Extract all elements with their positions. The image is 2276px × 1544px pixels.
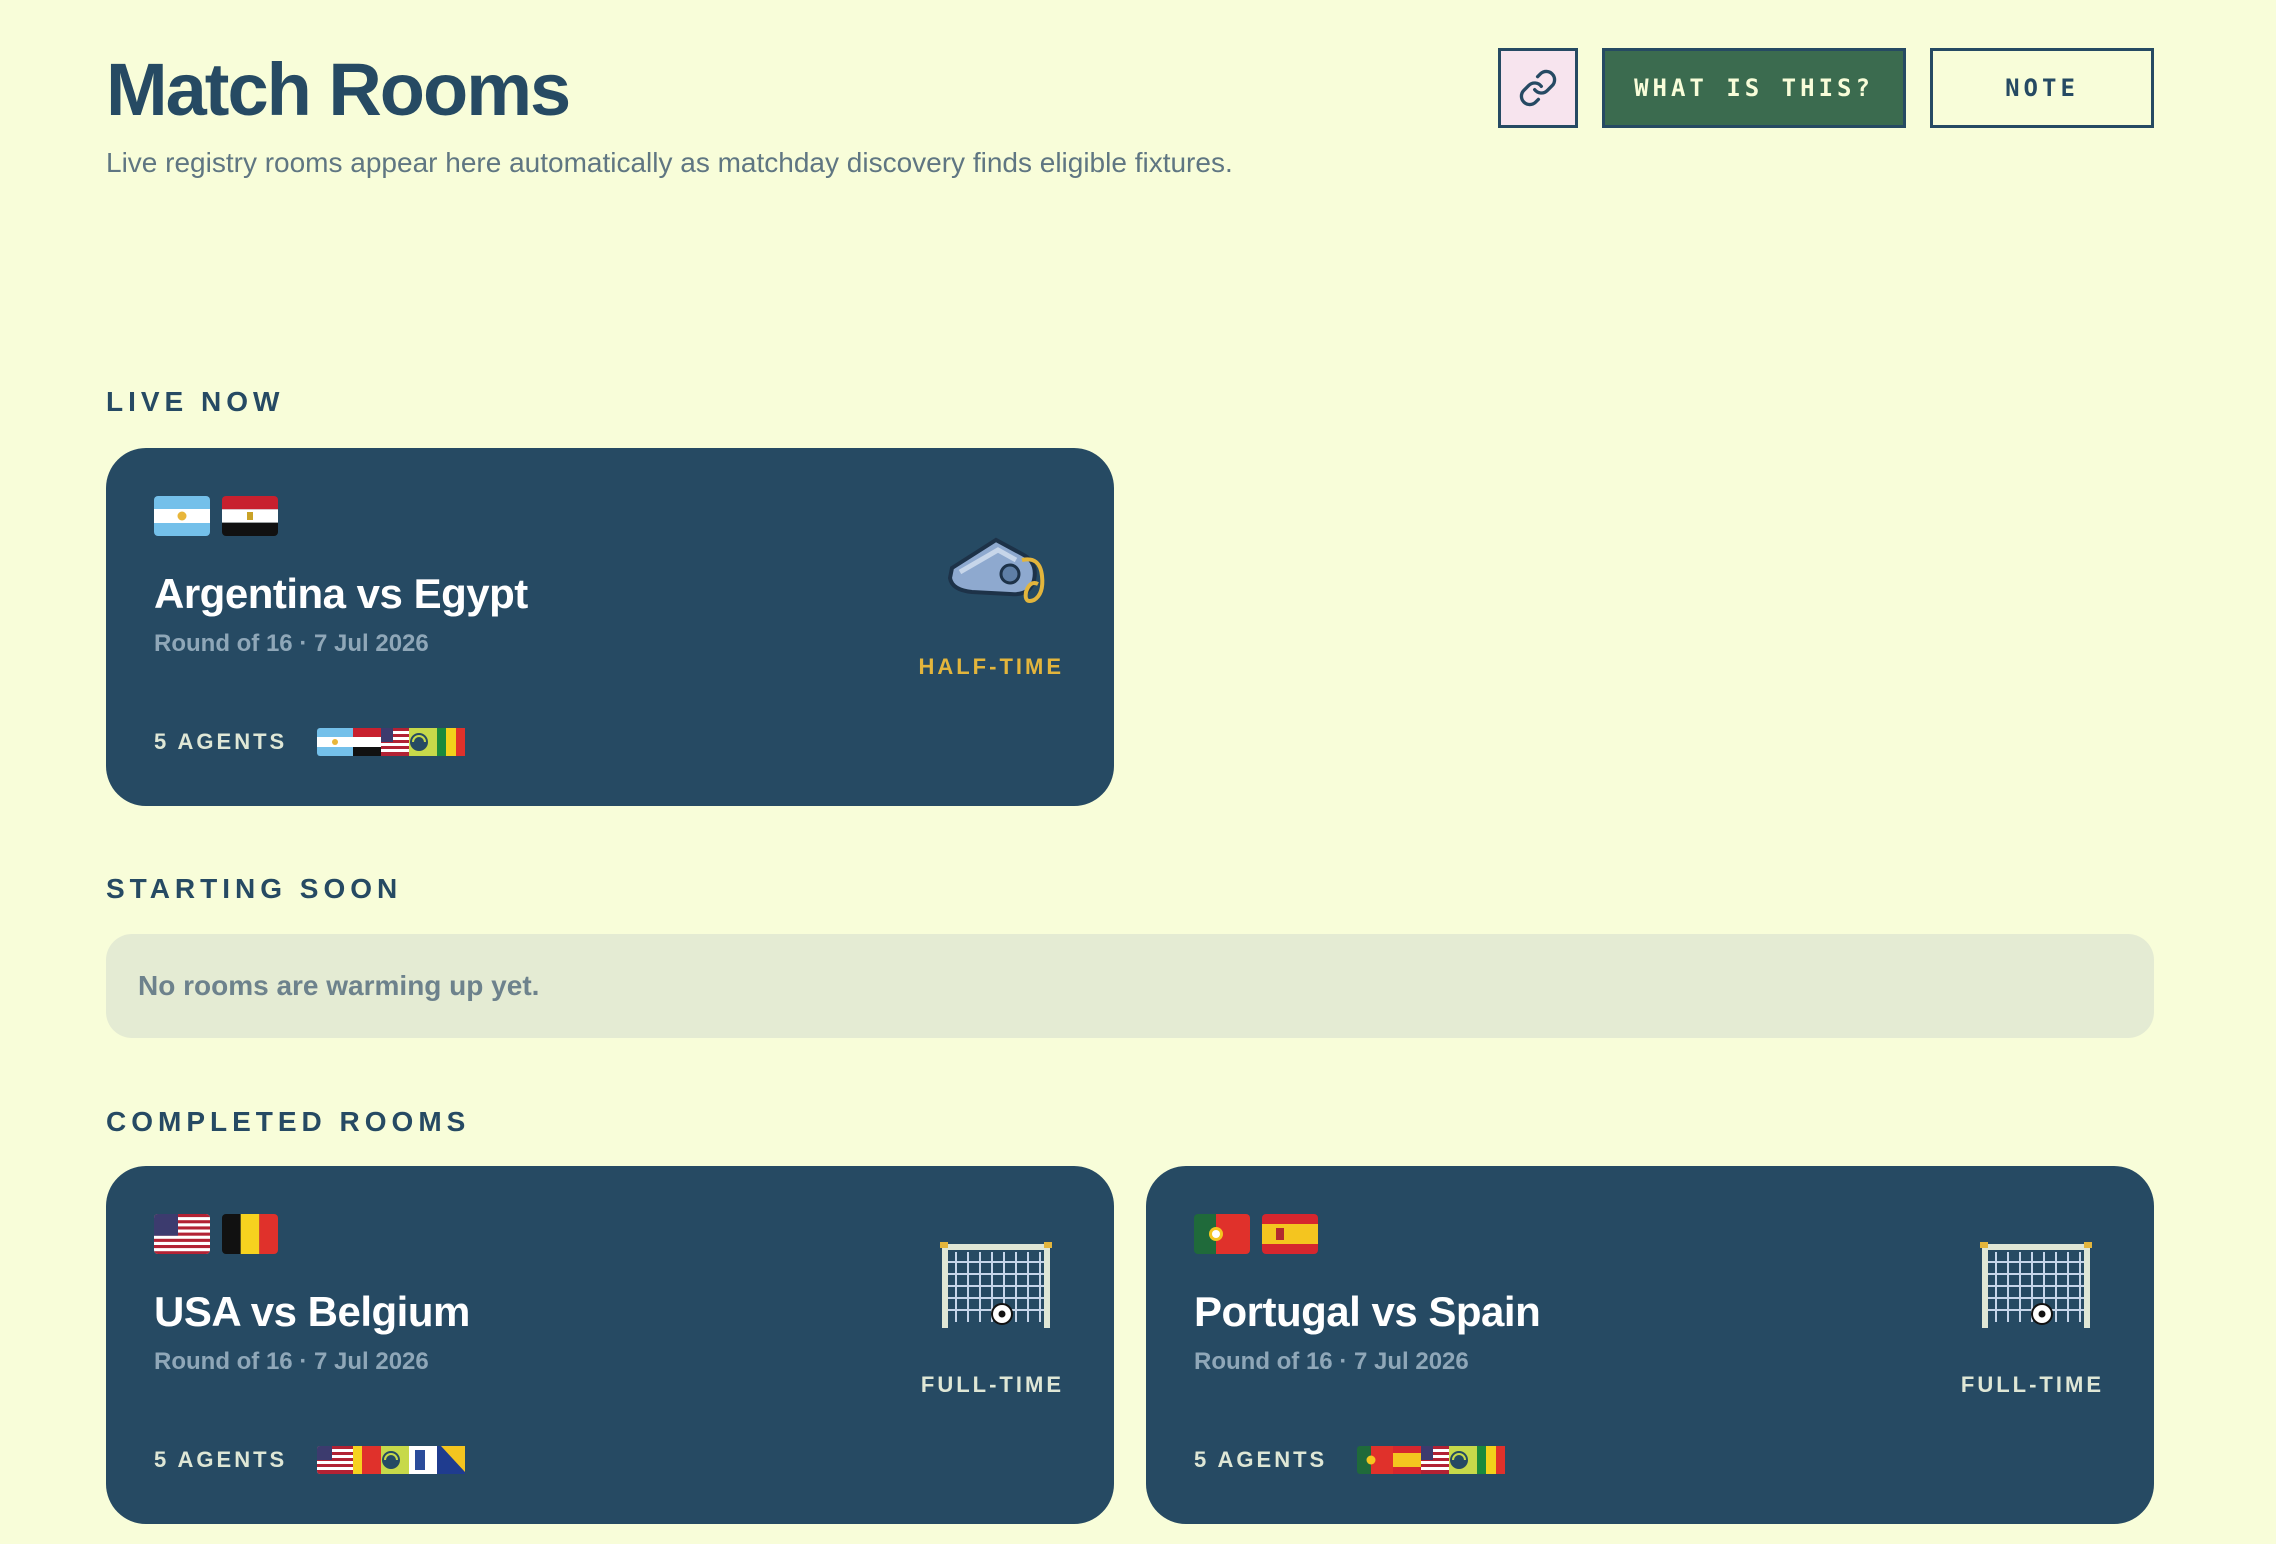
page-header: Match Rooms Live registry rooms appear h…: [106, 48, 2154, 198]
belgium-flag-icon: [222, 1214, 278, 1254]
goal-net-icon: [1980, 1242, 2092, 1328]
team-flags: [154, 496, 278, 536]
agents-row: 5 AGENTS: [154, 1446, 466, 1474]
goal-net-icon: [940, 1242, 1052, 1328]
agents-count: 5 AGENTS: [154, 729, 288, 754]
match-status: HALF-TIME: [918, 654, 1064, 679]
senegal-mini-flag-icon: [437, 728, 466, 756]
match-status: FULL-TIME: [1960, 1372, 2104, 1397]
agent-flags: [317, 728, 466, 756]
page-title: Match Rooms: [106, 48, 571, 131]
bosnia-mini-flag-icon: [437, 1446, 466, 1474]
room-card-argentina-egypt[interactable]: Argentina vs Egypt Round of 16 · 7 Jul 2…: [106, 448, 1114, 806]
match-meta: Round of 16 · 7 Jul 2026: [154, 630, 429, 657]
agent-emblem-mini-icon: [381, 1446, 410, 1474]
agent-flags: [1357, 1446, 1506, 1474]
usa-mini-flag-icon: [1421, 1446, 1450, 1474]
page-subtitle: Live registry rooms appear here automati…: [106, 147, 1233, 178]
match-title: USA vs Belgium: [154, 1288, 470, 1335]
whistle-icon: [947, 537, 1045, 603]
empty-state: No rooms are warming up yet.: [106, 934, 2154, 1038]
match-status: FULL-TIME: [920, 1372, 1064, 1397]
argentina-flag-icon: [154, 496, 210, 536]
senegal-mini-flag-icon: [1477, 1446, 1506, 1474]
match-title: Argentina vs Egypt: [154, 570, 528, 617]
egypt-flag-icon: [222, 496, 278, 536]
usa-mini-flag-icon: [381, 728, 410, 756]
section-label-live: LIVE NOW: [106, 386, 285, 417]
copy-link-button[interactable]: [1498, 48, 1578, 128]
agents-row: 5 AGENTS: [154, 728, 466, 756]
room-card-portugal-spain[interactable]: Portugal vs Spain Round of 16 · 7 Jul 20…: [1146, 1166, 2154, 1524]
argentina-mini-flag-icon: [317, 728, 354, 756]
portugal-mini-flag-icon: [1357, 1446, 1394, 1474]
team-flags: [154, 1214, 278, 1254]
agent-flags: [317, 1446, 466, 1474]
link-icon: [1519, 69, 1557, 107]
agents-count: 5 AGENTS: [1194, 1447, 1328, 1472]
agent-shield-mini-icon: [409, 1446, 438, 1474]
match-meta: Round of 16 · 7 Jul 2026: [1194, 1348, 1469, 1375]
agent-emblem-mini-icon: [1449, 1446, 1478, 1474]
spain-mini-flag-icon: [1393, 1446, 1422, 1474]
header-actions: WHAT IS THIS? NOTE: [1498, 48, 2154, 128]
section-label-soon: STARTING SOON: [106, 873, 403, 904]
belgium-mini-flag-icon: [353, 1446, 382, 1474]
usa-flag-icon: [154, 1214, 210, 1254]
agents-count: 5 AGENTS: [154, 1447, 288, 1472]
match-meta: Round of 16 · 7 Jul 2026: [154, 1348, 429, 1375]
egypt-mini-flag-icon: [353, 728, 382, 756]
agent-emblem-mini-icon: [409, 728, 438, 756]
portugal-flag-icon: [1194, 1214, 1250, 1254]
room-card-usa-belgium[interactable]: USA vs Belgium Round of 16 · 7 Jul 2026 …: [106, 1166, 1114, 1524]
what-is-this-button[interactable]: WHAT IS THIS?: [1602, 48, 1906, 128]
match-title: Portugal vs Spain: [1194, 1288, 1541, 1335]
usa-mini-flag-icon: [317, 1446, 354, 1474]
agents-row: 5 AGENTS: [1194, 1446, 1506, 1474]
section-label-completed: COMPLETED ROOMS: [106, 1106, 471, 1137]
note-button[interactable]: NOTE: [1930, 48, 2154, 128]
team-flags: [1194, 1214, 1318, 1254]
spain-flag-icon: [1262, 1214, 1318, 1254]
